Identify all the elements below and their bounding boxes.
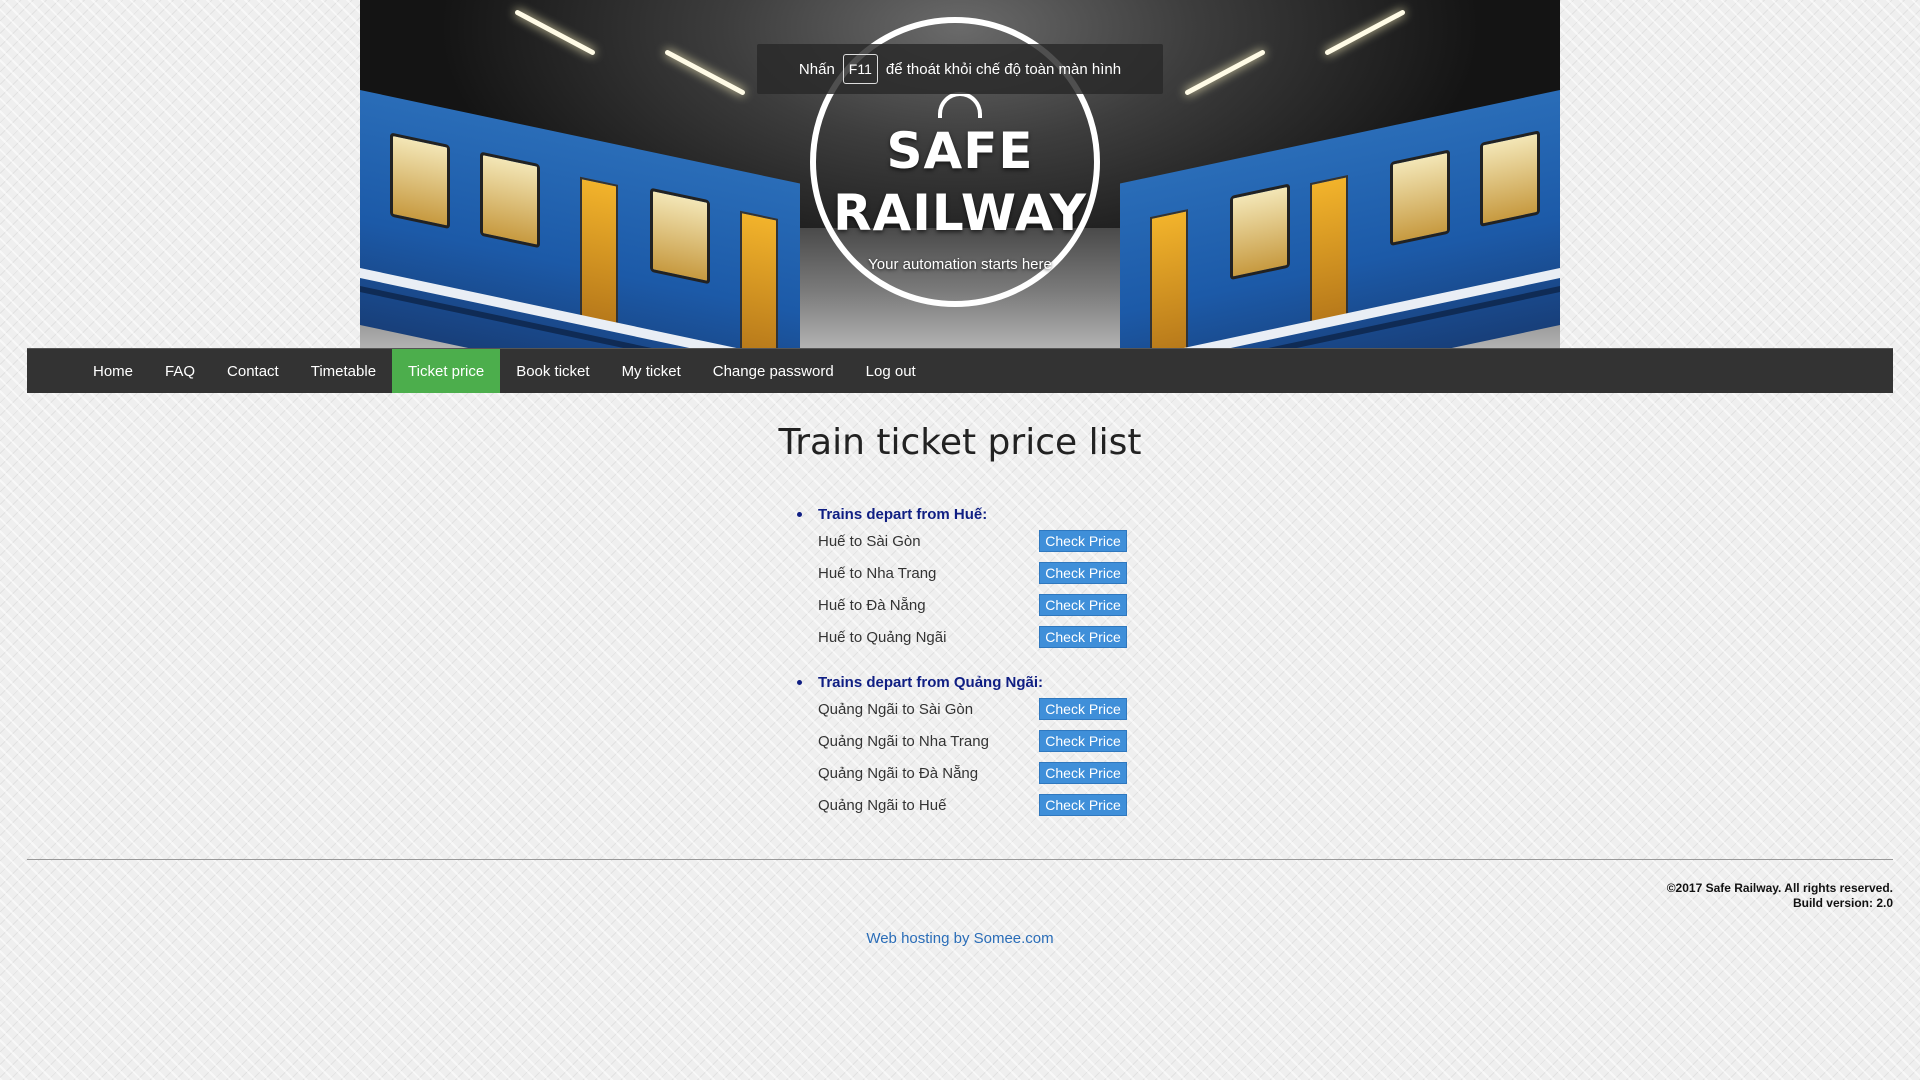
nav-contact[interactable]: Contact — [211, 349, 295, 393]
route-label: Quảng Ngãi to Nha Trang — [818, 732, 989, 750]
route-row: Huế to Sài Gòn Check Price — [797, 525, 1127, 557]
check-price-button[interactable]: Check Price — [1039, 762, 1127, 784]
fullscreen-notice-before: Nhấn — [798, 60, 835, 78]
main-nav: Home FAQ Contact Timetable Ticket price … — [27, 348, 1893, 393]
check-price-button[interactable]: Check Price — [1039, 730, 1127, 752]
route-row: Quảng Ngãi to Huế Check Price — [797, 789, 1127, 821]
route-label: Huế to Sài Gòn — [818, 532, 921, 550]
route-label: Huế to Đà Nẵng — [818, 596, 926, 614]
nav-change-password[interactable]: Change password — [697, 349, 850, 393]
route-label: Quảng Ngãi to Sài Gòn — [818, 700, 974, 718]
fullscreen-notice: Nhấn F11 để thoát khỏi chế độ toàn màn h… — [757, 44, 1163, 94]
check-price-button[interactable]: Check Price — [1039, 562, 1127, 584]
nav-faq[interactable]: FAQ — [149, 349, 211, 393]
group-heading: Trains depart from Quảng Ngãi: — [797, 671, 1127, 693]
route-row: Huế to Quảng Ngãi Check Price — [797, 621, 1127, 653]
route-label: Quảng Ngãi to Huế — [818, 796, 947, 814]
f11-key: F11 — [842, 54, 878, 84]
nav-ticket-price[interactable]: Ticket price — [392, 349, 501, 393]
check-price-button[interactable]: Check Price — [1039, 698, 1127, 720]
footer-copyright: ©2017 Safe Railway. All rights reserved.… — [1667, 881, 1893, 911]
route-group-quang-ngai: Trains depart from Quảng Ngãi: Quảng Ngã… — [797, 671, 1127, 821]
bullet-icon — [797, 679, 802, 685]
logo-tagline: Your automation starts here — [868, 256, 1052, 273]
copyright-text: ©2017 Safe Railway. All rights reserved. — [1666, 881, 1893, 895]
route-row: Quảng Ngãi to Nha Trang Check Price — [797, 725, 1127, 757]
nav-list: Home FAQ Contact Timetable Ticket price … — [27, 349, 1893, 393]
nav-timetable[interactable]: Timetable — [295, 349, 392, 393]
hosting-link[interactable]: Web hosting by Somee.com — [866, 930, 1053, 947]
price-list: Trains depart from Huế: Huế to Sài Gòn C… — [797, 503, 1127, 839]
route-row: Quảng Ngãi to Đà Nẵng Check Price — [797, 757, 1127, 789]
hosting-credit: Web hosting by Somee.com — [0, 930, 1920, 947]
page-title: Train ticket price list — [778, 422, 1142, 463]
build-version: Build version: 2.0 — [1792, 896, 1893, 910]
fullscreen-notice-after: để thoát khỏi chế độ toàn màn hình — [885, 60, 1122, 78]
nav-home[interactable]: Home — [77, 349, 149, 393]
route-label: Quảng Ngãi to Đà Nẵng — [818, 764, 979, 782]
footer-divider — [27, 859, 1893, 860]
nav-log-out[interactable]: Log out — [850, 349, 932, 393]
route-row: Huế to Đà Nẵng Check Price — [797, 589, 1127, 621]
logo-title-line2: RAILWAY — [833, 184, 1087, 242]
route-row: Quảng Ngãi to Sài Gòn Check Price — [797, 693, 1127, 725]
group-heading-text: Trains depart from Quảng Ngãi: — [818, 673, 1044, 691]
check-price-button[interactable]: Check Price — [1039, 530, 1127, 552]
route-label: Huế to Nha Trang — [818, 564, 937, 582]
route-row: Huế to Nha Trang Check Price — [797, 557, 1127, 589]
header-banner: SAFE RAILWAY Your automation starts here… — [360, 0, 1560, 348]
logo-title-line1: SAFE — [886, 122, 1034, 180]
check-price-button[interactable]: Check Price — [1039, 794, 1127, 816]
group-heading-text: Trains depart from Huế: — [818, 505, 988, 523]
check-price-button[interactable]: Check Price — [1039, 594, 1127, 616]
route-label: Huế to Quảng Ngãi — [818, 628, 947, 646]
check-price-button[interactable]: Check Price — [1039, 626, 1127, 648]
group-heading: Trains depart from Huế: — [797, 503, 1127, 525]
bullet-icon — [797, 511, 802, 517]
nav-book-ticket[interactable]: Book ticket — [500, 349, 605, 393]
route-group-hue: Trains depart from Huế: Huế to Sài Gòn C… — [797, 503, 1127, 653]
nav-my-ticket[interactable]: My ticket — [606, 349, 697, 393]
